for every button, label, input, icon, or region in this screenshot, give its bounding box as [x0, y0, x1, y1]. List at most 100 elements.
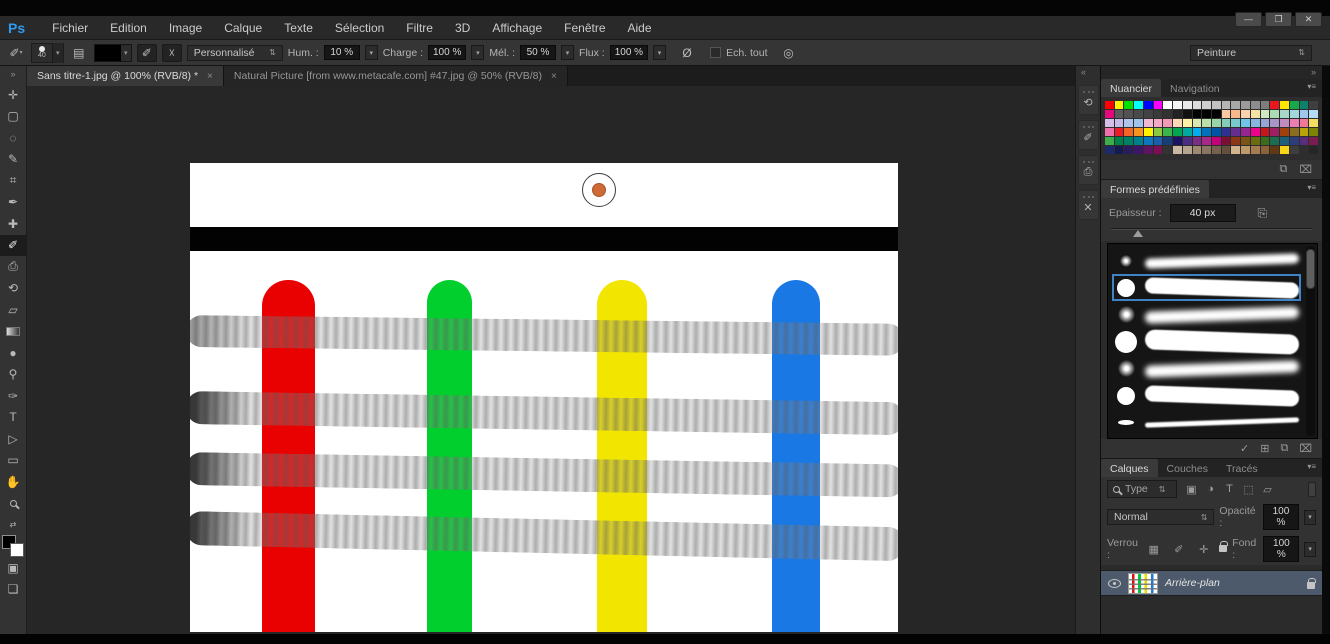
color-swatch[interactable] [1183, 137, 1192, 145]
color-swatch[interactable] [1270, 146, 1279, 154]
color-swatch[interactable] [1231, 137, 1240, 145]
tab-brush-presets[interactable]: Formes prédéfinies [1101, 180, 1209, 198]
color-swatch[interactable] [1222, 119, 1231, 127]
lasso-tool[interactable]: ◌ [0, 127, 27, 149]
brush-preset-flat-point[interactable] [1112, 409, 1301, 436]
color-swatch[interactable] [1309, 146, 1318, 154]
lock-position-icon[interactable]: ✛ [1194, 541, 1213, 557]
menu-item-fenêtre[interactable]: Fenêtre [553, 21, 616, 35]
filter-adjustment-layers-icon[interactable]: ◑ [1201, 481, 1220, 497]
filter-type-layers-icon[interactable]: T [1220, 481, 1239, 497]
mix-input[interactable]: 50 % [520, 45, 556, 60]
tab-calques[interactable]: Calques [1101, 459, 1158, 477]
color-swatch[interactable] [1105, 110, 1114, 118]
color-swatch[interactable] [1134, 146, 1143, 154]
flow-slider-button[interactable]: ▾ [653, 45, 666, 60]
color-swatch[interactable] [1183, 128, 1192, 136]
menu-item-filtre[interactable]: Filtre [395, 21, 444, 35]
color-swatch[interactable] [1124, 110, 1133, 118]
color-swatch[interactable] [1202, 137, 1211, 145]
color-swatch[interactable] [1251, 119, 1260, 127]
color-swatch[interactable] [1231, 119, 1240, 127]
brush-size-input[interactable]: 40 px [1170, 204, 1236, 222]
tool-preset-picker[interactable]: ✐▾ [6, 44, 26, 62]
color-swatch[interactable] [1241, 101, 1250, 109]
color-swatch[interactable] [1144, 146, 1153, 154]
sample-all-layers-checkbox[interactable] [710, 47, 721, 58]
color-swatch[interactable] [1251, 101, 1260, 109]
color-swatch[interactable] [1261, 110, 1270, 118]
delete-brush-icon[interactable]: ⌧ [1299, 442, 1312, 455]
restore-button[interactable]: ❐ [1265, 12, 1292, 27]
color-swatch[interactable] [1290, 110, 1299, 118]
color-swatch[interactable] [1212, 128, 1221, 136]
color-swatch[interactable] [1173, 137, 1182, 145]
layer-filtering-toggle[interactable] [1308, 482, 1316, 497]
mixer-brush-tool[interactable]: ✐ [0, 235, 27, 257]
toggle-brush-panel-button[interactable]: ▤ [69, 44, 89, 62]
color-swatch[interactable] [1290, 128, 1299, 136]
color-swatch[interactable] [1280, 137, 1289, 145]
layer-visibility-icon[interactable] [1108, 579, 1121, 588]
menu-item-calque[interactable]: Calque [213, 21, 273, 35]
color-swatch[interactable] [1202, 119, 1211, 127]
color-swatch[interactable] [1154, 137, 1163, 145]
color-swatch[interactable] [1115, 146, 1124, 154]
color-swatch[interactable] [1300, 137, 1309, 145]
tools-collapse-button[interactable]: » [10, 66, 15, 84]
color-swatch[interactable] [1309, 128, 1318, 136]
color-swatch[interactable] [1134, 137, 1143, 145]
lock-pixels-icon[interactable]: ✐ [1169, 541, 1188, 557]
layer-row-background[interactable]: Arrière-plan [1101, 570, 1322, 596]
canvas-document[interactable] [190, 163, 898, 632]
brush-preset-picker[interactable]: 40 ▾ [31, 43, 64, 63]
color-swatch[interactable] [1261, 119, 1270, 127]
color-swatch[interactable] [1173, 101, 1182, 109]
color-swatch[interactable] [1300, 119, 1309, 127]
load-slider-button[interactable]: ▾ [471, 45, 484, 60]
color-swatch[interactable] [1290, 146, 1299, 154]
color-swatch[interactable] [1105, 128, 1114, 136]
airbrush-toggle-icon[interactable]: Ø [677, 44, 697, 62]
blend-mode-select[interactable]: Normal ⇅ [1107, 509, 1214, 525]
dodge-tool[interactable]: ⚲ [0, 364, 27, 386]
color-swatch[interactable] [1222, 110, 1231, 118]
color-swatch[interactable] [1154, 119, 1163, 127]
color-swatch[interactable] [1173, 110, 1182, 118]
color-swatch[interactable] [1280, 101, 1289, 109]
opacity-slider-button[interactable]: ▾ [1304, 510, 1316, 525]
color-swatch[interactable] [1270, 128, 1279, 136]
color-swatch[interactable] [1251, 110, 1260, 118]
color-swatch[interactable] [1105, 137, 1114, 145]
minimize-button[interactable]: — [1235, 12, 1262, 27]
zoom-tool[interactable] [0, 493, 27, 515]
brush-stroke-preview-icon[interactable]: ✓ [1240, 442, 1249, 455]
tool-presets-panel-icon[interactable]: ✕ [1078, 190, 1099, 220]
lock-all-icon[interactable] [1219, 545, 1227, 552]
menu-item-edition[interactable]: Edition [99, 21, 158, 35]
color-swatch[interactable] [1144, 128, 1153, 136]
color-swatch[interactable] [1251, 137, 1260, 145]
color-swatch[interactable] [1231, 128, 1240, 136]
tab-tracés[interactable]: Tracés [1217, 459, 1267, 477]
color-swatch[interactable] [1124, 101, 1133, 109]
color-swatch[interactable] [1300, 110, 1309, 118]
close-button[interactable]: ✕ [1295, 12, 1322, 27]
document-tab-2[interactable]: Natural Picture [from www.metacafe.com] … [224, 66, 568, 86]
color-swatch[interactable] [1193, 137, 1202, 145]
color-swatch[interactable] [1280, 128, 1289, 136]
flow-input[interactable]: 100 % [610, 45, 648, 60]
load-brush-after-stroke-button[interactable]: ✐ [137, 44, 157, 62]
quick-mask-button[interactable]: ▣ [0, 557, 27, 579]
healing-brush-tool[interactable]: ✚ [0, 213, 27, 235]
workspace-select[interactable]: Peinture ⇅ [1190, 45, 1312, 61]
color-swatch[interactable] [1105, 119, 1114, 127]
blur-tool[interactable]: ● [0, 342, 27, 364]
current-brush-load-swatch[interactable]: ▾ [94, 44, 132, 62]
color-swatch[interactable] [1231, 110, 1240, 118]
tab-couches[interactable]: Couches [1158, 459, 1217, 477]
color-swatch[interactable] [1300, 101, 1309, 109]
tab-navigation[interactable]: Navigation [1161, 79, 1229, 97]
color-swatch[interactable] [1202, 101, 1211, 109]
tab-close-icon[interactable]: × [551, 71, 557, 82]
